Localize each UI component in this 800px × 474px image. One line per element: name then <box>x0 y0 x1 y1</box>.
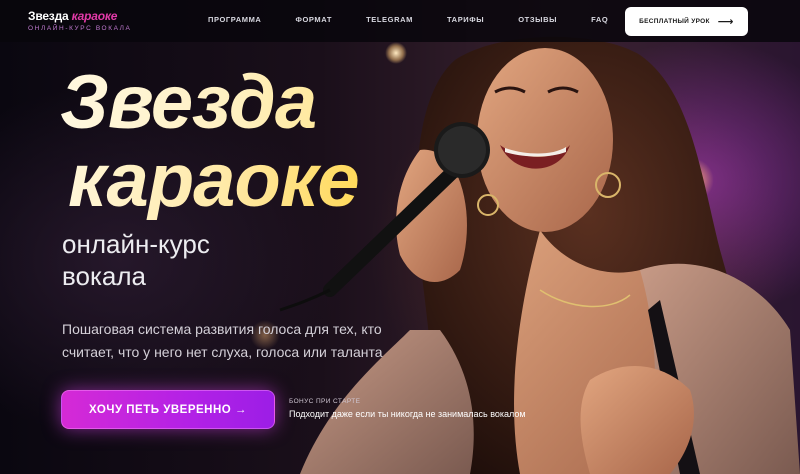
nav-item-pricing[interactable]: ТАРИФЫ <box>447 15 484 24</box>
nav-item-format[interactable]: ФОРМАТ <box>295 15 332 24</box>
nav-item-program[interactable]: ПРОГРАММА <box>208 15 261 24</box>
logo-word-2: караоке <box>71 9 118 23</box>
main-nav: ПРОГРАММА ФОРМАТ TELEGRAM ТАРИФЫ ОТЗЫВЫ … <box>208 15 642 24</box>
site-header: Звезда караоке ОНЛАЙН-КУРС ВОКАЛА ПРОГРА… <box>0 0 800 42</box>
free-lesson-button[interactable]: БЕСПЛАТНЫЙ УРОК ⟶ <box>625 7 748 36</box>
logo-word-1: Звезда <box>28 9 69 23</box>
logo-tagline: ОНЛАЙН-КУРС ВОКАЛА <box>28 25 132 32</box>
nav-item-faq[interactable]: FAQ <box>591 15 608 24</box>
bonus-text: Подходит даже если ты никогда не занимал… <box>289 409 526 419</box>
arrow-right-icon: ⟶ <box>717 16 734 28</box>
hero-description: Пошаговая система развития голоса для те… <box>62 321 383 360</box>
nav-item-reviews[interactable]: ОТЗЫВЫ <box>518 15 557 24</box>
sing-confidently-button[interactable]: ХОЧУ ПЕТЬ УВЕРЕННО → <box>61 390 275 429</box>
free-lesson-label: БЕСПЛАТНЫЙ УРОК <box>639 18 710 25</box>
hero-title-line-2: караоке <box>68 138 360 223</box>
logo-title: Звезда караоке <box>28 9 131 23</box>
logo[interactable]: Звезда караоке ОНЛАЙН-КУРС ВОКАЛА <box>28 9 131 32</box>
sing-confidently-label: ХОЧУ ПЕТЬ УВЕРЕННО → <box>89 403 247 416</box>
hero-subtitle: онлайн-курс вокала <box>62 228 210 292</box>
bonus-block: БОНУС ПРИ СТАРТЕ Подходит даже если ты н… <box>289 398 526 419</box>
bonus-label: БОНУС ПРИ СТАРТЕ <box>289 398 361 405</box>
hero-subtitle-line-1: онлайн-курс <box>62 229 210 259</box>
hero-title: Звезда караоке <box>60 64 360 223</box>
nav-item-telegram[interactable]: TELEGRAM <box>366 15 413 24</box>
hero-title-line-1: Звезда <box>60 64 359 142</box>
hero-subtitle-line-2: вокала <box>62 261 147 291</box>
